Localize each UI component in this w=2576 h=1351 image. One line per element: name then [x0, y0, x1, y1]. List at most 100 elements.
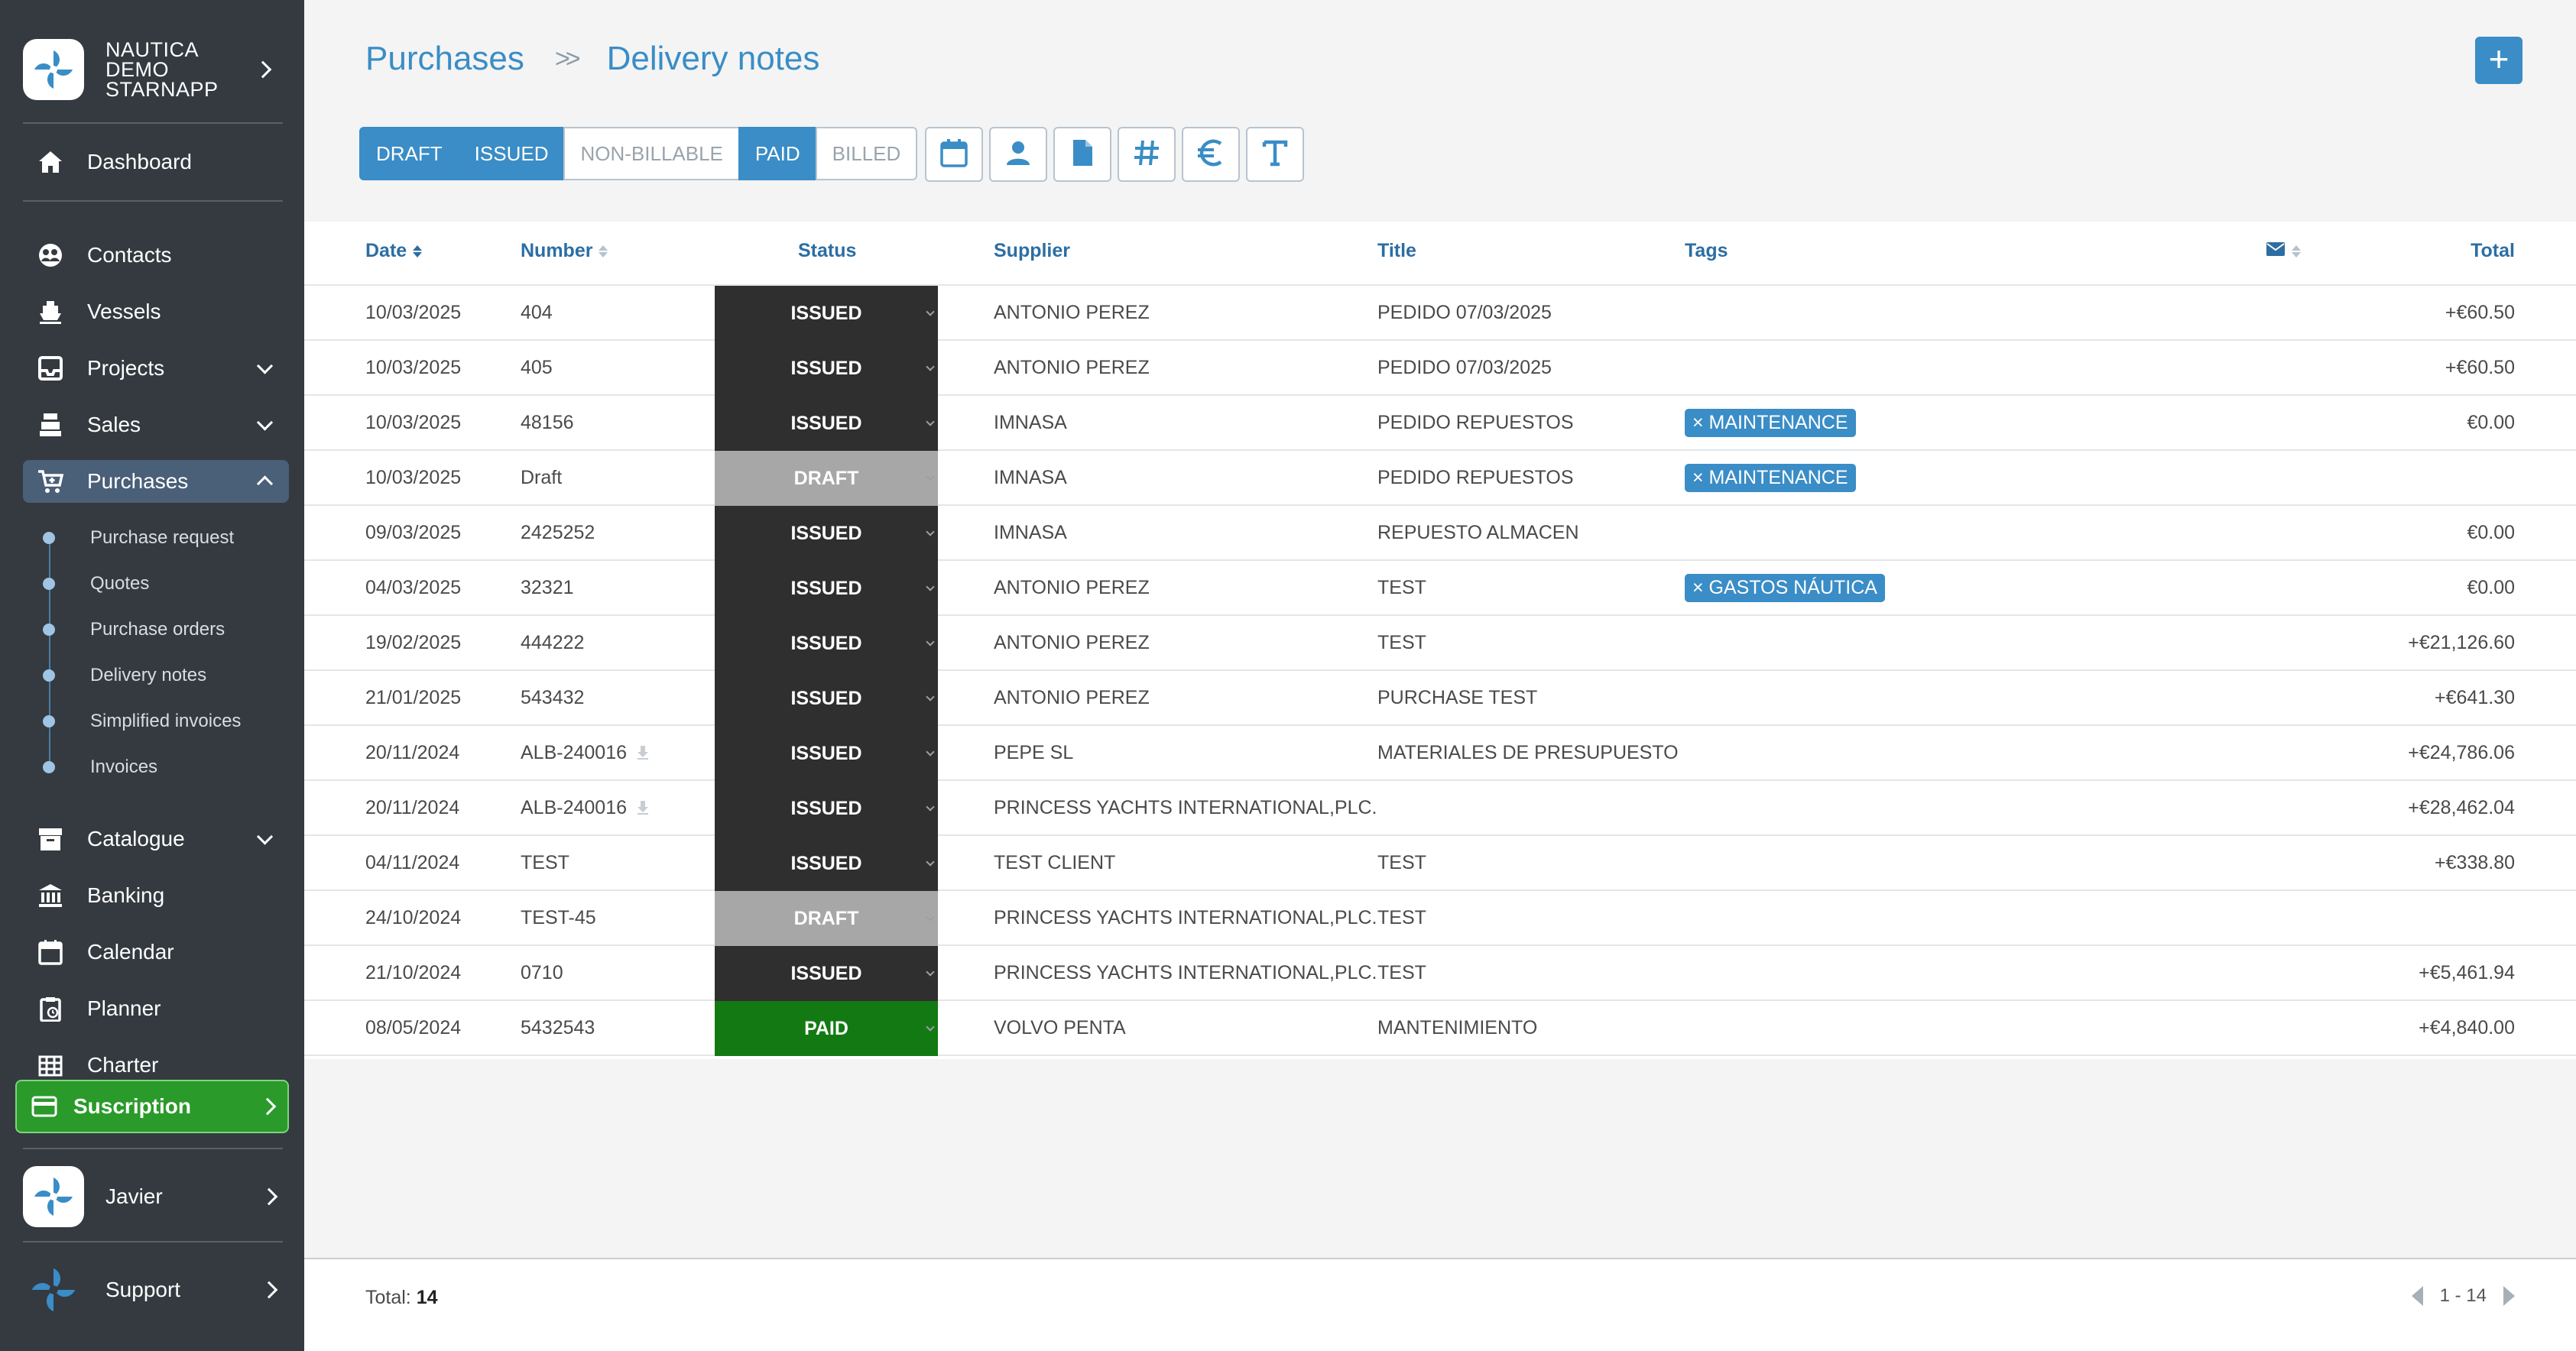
- download-icon[interactable]: [638, 746, 649, 760]
- filter-billed[interactable]: BILLED: [815, 127, 918, 180]
- status-dropdown[interactable]: ISSUED: [715, 341, 938, 396]
- sidebar-subitem-purchase-request[interactable]: Purchase request: [43, 523, 234, 553]
- status-dropdown[interactable]: ISSUED: [715, 781, 938, 836]
- subscription-button[interactable]: Suscription: [15, 1080, 289, 1133]
- table-row[interactable]: 21/01/2025 543432 ISSUED ANTONIO PEREZ PURCH…: [304, 671, 2576, 726]
- row-date: 20/11/2024: [365, 741, 460, 763]
- row-date: 04/11/2024: [365, 851, 460, 873]
- status-badge: ISSUED: [790, 687, 862, 709]
- sidebar-item-dashboard[interactable]: Dashboard: [23, 141, 289, 183]
- tag-badge[interactable]: × MAINTENANCE: [1685, 463, 1856, 492]
- filter-document-button[interactable]: [1053, 127, 1112, 182]
- table-row[interactable]: 21/10/2024 0710 ISSUED PRINCESS YACHTS INTE…: [304, 946, 2576, 1001]
- status-dropdown[interactable]: ISSUED: [715, 396, 938, 451]
- table-row[interactable]: 10/03/2025 Draft DRAFT IMNASA PEDIDO REPUEST…: [304, 451, 2576, 506]
- status-dropdown[interactable]: ISSUED: [715, 671, 938, 726]
- table-row[interactable]: 04/03/2025 32321 ISSUED ANTONIO PEREZ TEST × …: [304, 561, 2576, 616]
- tag-badge[interactable]: × GASTOS NÁUTICA: [1685, 573, 1885, 602]
- filter-number-button[interactable]: [1118, 127, 1176, 182]
- previous-page-icon[interactable]: [2411, 1286, 2423, 1306]
- sidebar-subitem-simplified-invoices[interactable]: Simplified invoices: [43, 706, 241, 737]
- sidebar-item-purchases[interactable]: Purchases: [23, 460, 289, 503]
- subscription-label: Suscription: [73, 1094, 192, 1118]
- sidebar-item-catalogue[interactable]: Catalogue: [23, 818, 289, 860]
- sidebar-item-projects[interactable]: Projects: [23, 347, 289, 390]
- row-title: TEST: [1377, 906, 1426, 928]
- add-delivery-note-button[interactable]: +: [2475, 37, 2522, 84]
- row-total: +€338.80: [2435, 851, 2515, 873]
- status-dropdown[interactable]: PAID: [715, 1001, 938, 1056]
- status-dropdown[interactable]: DRAFT: [715, 451, 938, 506]
- row-total: +€28,462.04: [2408, 796, 2515, 818]
- column-status: Status: [798, 240, 856, 262]
- status-dropdown[interactable]: ISSUED: [715, 286, 938, 341]
- breadcrumb-purchases[interactable]: Purchases: [365, 40, 524, 78]
- filter-amount-button[interactable]: [1182, 127, 1241, 182]
- filter-paid[interactable]: PAID: [738, 127, 817, 180]
- filter-contact-button[interactable]: [989, 127, 1048, 182]
- subitem-label: Delivery notes: [90, 665, 207, 685]
- sidebar-item-sales[interactable]: Sales: [23, 403, 289, 446]
- table-row[interactable]: 10/03/2025 48156 ISSUED IMNASA PEDIDO REPUES…: [304, 396, 2576, 451]
- table-row[interactable]: 08/05/2024 5432543 PAID VOLVO PENTA MANTENIM…: [304, 1001, 2576, 1056]
- filter-issued[interactable]: ISSUED: [457, 127, 566, 180]
- filter-draft[interactable]: DRAFT: [359, 127, 459, 180]
- bank-icon: [35, 880, 66, 911]
- next-page-icon[interactable]: [2503, 1286, 2515, 1306]
- status-dropdown[interactable]: ISSUED: [715, 561, 938, 616]
- filter-non-billable[interactable]: NON-BILLABLE: [563, 127, 740, 180]
- total-label: Total:: [365, 1287, 411, 1308]
- status-dropdown[interactable]: ISSUED: [715, 616, 938, 671]
- table-row[interactable]: 10/03/2025 404 ISSUED ANTONIO PEREZ PEDIDO 0…: [304, 286, 2576, 341]
- table-row[interactable]: 04/11/2024 TEST ISSUED TEST CLIENT TEST +€338…: [304, 836, 2576, 891]
- status-dropdown[interactable]: ISSUED: [715, 946, 938, 1001]
- filter-text-button[interactable]: [1246, 127, 1305, 182]
- filter-date-button[interactable]: [925, 127, 984, 182]
- row-date: 10/03/2025: [365, 301, 462, 323]
- status-dropdown[interactable]: ISSUED: [715, 506, 938, 561]
- row-title: TEST: [1377, 631, 1426, 653]
- status-dropdown[interactable]: ISSUED: [715, 836, 938, 891]
- sidebar-subitem-invoices[interactable]: Invoices: [43, 752, 157, 782]
- sidebar-item-label: Calendar: [87, 940, 174, 964]
- table-row[interactable]: 19/02/2025 444222 ISSUED ANTONIO PEREZ TEST +…: [304, 616, 2576, 671]
- total-count: Total: 14: [365, 1287, 438, 1309]
- row-title: TEST: [1377, 576, 1426, 598]
- table-row[interactable]: 09/03/2025 2425252 ISSUED IMNASA REPUESTO AL…: [304, 506, 2576, 561]
- avatar: [23, 1166, 84, 1227]
- contacts-icon: [35, 240, 66, 271]
- sidebar-subitem-quotes[interactable]: Quotes: [43, 569, 149, 599]
- sidebar-item-planner[interactable]: Planner: [23, 987, 289, 1030]
- chevron-down-icon: [926, 637, 935, 646]
- table-row[interactable]: 10/03/2025 405 ISSUED ANTONIO PEREZ PEDIDO 0…: [304, 341, 2576, 396]
- download-icon[interactable]: [638, 801, 649, 815]
- row-title: MATERIALES DE PRESUPUESTO: [1377, 741, 1679, 763]
- sidebar-item-label: Projects: [87, 356, 165, 380]
- status-dropdown[interactable]: ISSUED: [715, 726, 938, 781]
- status-badge: ISSUED: [790, 852, 862, 874]
- chevron-down-icon: [256, 828, 274, 845]
- table-row[interactable]: 24/10/2024 TEST-45 DRAFT PRINCESS YACHTS IN…: [304, 891, 2576, 946]
- sidebar-item-calendar[interactable]: Calendar: [23, 931, 289, 974]
- tag-badge[interactable]: × MAINTENANCE: [1685, 408, 1856, 437]
- support-menu[interactable]: Support: [23, 1259, 289, 1320]
- chevron-right-icon: [260, 1281, 278, 1299]
- table-row[interactable]: 20/11/2024 ALB-240016 ISSUED PRINCESS YACHT…: [304, 781, 2576, 836]
- org-switcher[interactable]: NAUTICA DEMO STARNAPP: [23, 28, 283, 112]
- user-menu[interactable]: Javier: [23, 1166, 289, 1227]
- chevron-down-icon: [256, 358, 274, 374]
- sidebar-subitem-purchase-orders[interactable]: Purchase orders: [43, 614, 225, 645]
- column-email-status[interactable]: [2266, 240, 2301, 262]
- sidebar-item-banking[interactable]: Banking: [23, 874, 289, 917]
- sidebar-subitem-delivery-notes[interactable]: Delivery notes: [43, 660, 206, 691]
- sidebar-item-contacts[interactable]: Contacts: [23, 234, 289, 277]
- sidebar-item-vessels[interactable]: Vessels: [23, 290, 289, 333]
- table-row[interactable]: 20/11/2024 ALB-240016 ISSUED PEPE SL MATERIA…: [304, 726, 2576, 781]
- starnapp-logo-icon: [23, 39, 84, 100]
- column-number[interactable]: Number: [521, 240, 608, 262]
- status-dropdown[interactable]: DRAFT: [715, 891, 938, 946]
- column-date[interactable]: Date: [365, 240, 423, 262]
- status-badge: ISSUED: [790, 632, 862, 654]
- status-badge: ISSUED: [790, 797, 862, 819]
- row-number: 32321: [521, 561, 574, 614]
